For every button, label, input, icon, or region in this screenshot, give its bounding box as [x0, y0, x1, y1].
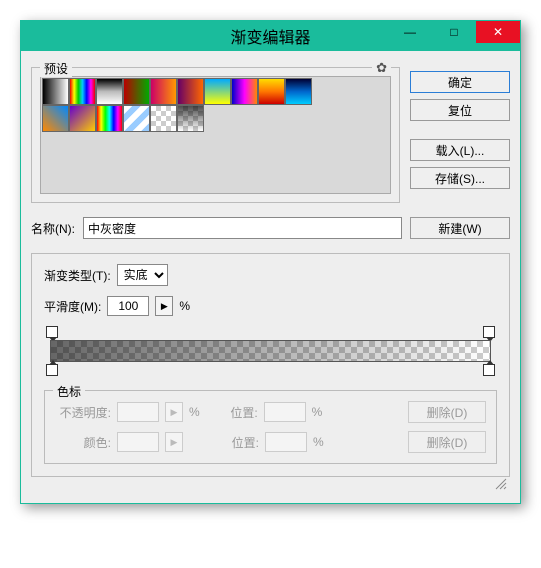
gradient-bar-editor: [44, 326, 497, 376]
preset-swatch[interactable]: [123, 105, 150, 132]
percent-label: %: [313, 435, 324, 449]
presets-grid[interactable]: [40, 76, 391, 194]
gradient-type-row: 渐变类型(T): 实底: [44, 264, 497, 286]
window-controls: — □ ✕: [388, 21, 520, 43]
color-row: 颜色: ▶ 位置: % 删除(D): [55, 431, 486, 453]
top-row: 预设 ✿: [31, 61, 510, 203]
preset-row: [42, 105, 389, 132]
preset-swatch[interactable]: [69, 78, 96, 105]
gradient-fieldset: 渐变类型(T): 实底 平滑度(M): ▶ %: [31, 253, 510, 477]
minimize-button[interactable]: —: [388, 21, 432, 43]
percent-label: %: [179, 299, 190, 313]
opacity-flyout-button[interactable]: ▶: [165, 402, 183, 422]
color-flyout-button[interactable]: ▶: [165, 432, 183, 452]
client-area: 预设 ✿: [21, 51, 520, 503]
close-button[interactable]: ✕: [476, 21, 520, 43]
opacity-position-input[interactable]: [264, 402, 306, 422]
resize-grip-icon: [494, 477, 508, 491]
color-stop-right[interactable]: [483, 364, 495, 376]
new-button[interactable]: 新建(W): [410, 217, 510, 239]
name-row: 名称(N): 新建(W): [31, 217, 510, 239]
name-input[interactable]: [83, 217, 402, 239]
presets-legend: 预设: [40, 60, 72, 77]
preset-swatch[interactable]: [177, 78, 204, 105]
resize-grip[interactable]: [31, 477, 510, 493]
presets-rows: [42, 78, 389, 132]
load-button-label: 载入(L)...: [436, 142, 485, 159]
delete-button-label: 删除(D): [427, 434, 468, 451]
arrow-right-icon: ▶: [171, 407, 178, 418]
gradient-bar[interactable]: [50, 340, 491, 362]
preset-swatch[interactable]: [42, 78, 69, 105]
spacer: [410, 127, 510, 133]
titlebar: 渐变编辑器 — □ ✕: [21, 21, 520, 51]
color-swatch-input[interactable]: [117, 432, 159, 452]
gradient-type-select[interactable]: 实底: [117, 264, 168, 286]
preset-swatch[interactable]: [150, 105, 177, 132]
preset-swatch[interactable]: [204, 78, 231, 105]
presets-menu-button[interactable]: ✿: [372, 60, 391, 76]
delete-button-label: 删除(D): [427, 404, 468, 421]
new-button-label: 新建(W): [438, 220, 481, 237]
percent-label: %: [312, 405, 323, 419]
preset-row: [42, 78, 389, 105]
ok-button[interactable]: 确定: [410, 71, 510, 93]
opacity-label: 不透明度:: [55, 404, 111, 421]
preset-swatch[interactable]: [231, 78, 258, 105]
opacity-stop-right[interactable]: [483, 326, 495, 338]
opacity-stop-left[interactable]: [46, 326, 58, 338]
preset-swatch[interactable]: [285, 78, 312, 105]
smoothness-input[interactable]: [107, 296, 149, 316]
position-label: 位置:: [225, 434, 259, 451]
gradient-editor-window: 渐变编辑器 — □ ✕ 预设 ✿: [20, 20, 521, 504]
arrow-right-icon: ▶: [171, 437, 178, 448]
preset-swatch[interactable]: [96, 78, 123, 105]
preset-swatch[interactable]: [177, 105, 204, 132]
preset-swatch[interactable]: [123, 78, 150, 105]
smoothness-label: 平滑度(M):: [44, 298, 101, 315]
gradient-type-label: 渐变类型(T):: [44, 267, 111, 284]
smoothness-flyout-button[interactable]: ▶: [155, 296, 173, 316]
color-delete-button[interactable]: 删除(D): [408, 431, 486, 453]
color-stop-left[interactable]: [46, 364, 58, 376]
presets-fieldset: 预设 ✿: [31, 67, 400, 203]
maximize-button[interactable]: □: [432, 21, 476, 43]
position-label: 位置:: [224, 404, 258, 421]
side-buttons: 确定 复位 载入(L)... 存储(S)...: [410, 61, 510, 203]
color-label: 颜色:: [55, 434, 111, 451]
preset-swatch[interactable]: [258, 78, 285, 105]
opacity-row: 不透明度: ▶ % 位置: % 删除(D): [55, 401, 486, 423]
reset-button[interactable]: 复位: [410, 99, 510, 121]
color-position-input[interactable]: [265, 432, 307, 452]
opacity-input[interactable]: [117, 402, 159, 422]
preset-swatch[interactable]: [42, 105, 69, 132]
percent-label: %: [189, 405, 200, 419]
colorstop-fieldset: 色标 不透明度: ▶ % 位置: % 删除(D) 颜色:: [44, 390, 497, 464]
save-button-label: 存储(S)...: [435, 170, 485, 187]
preset-swatch[interactable]: [96, 105, 123, 132]
preset-swatch[interactable]: [69, 105, 96, 132]
load-button[interactable]: 载入(L)...: [410, 139, 510, 161]
opacity-delete-button[interactable]: 删除(D): [408, 401, 486, 423]
colorstop-legend: 色标: [53, 383, 85, 400]
name-label: 名称(N):: [31, 220, 75, 237]
arrow-right-icon: ▶: [161, 301, 168, 312]
preset-swatch[interactable]: [150, 78, 177, 105]
gear-icon: ✿: [376, 60, 387, 75]
smoothness-row: 平滑度(M): ▶ %: [44, 296, 497, 316]
save-button[interactable]: 存储(S)...: [410, 167, 510, 189]
